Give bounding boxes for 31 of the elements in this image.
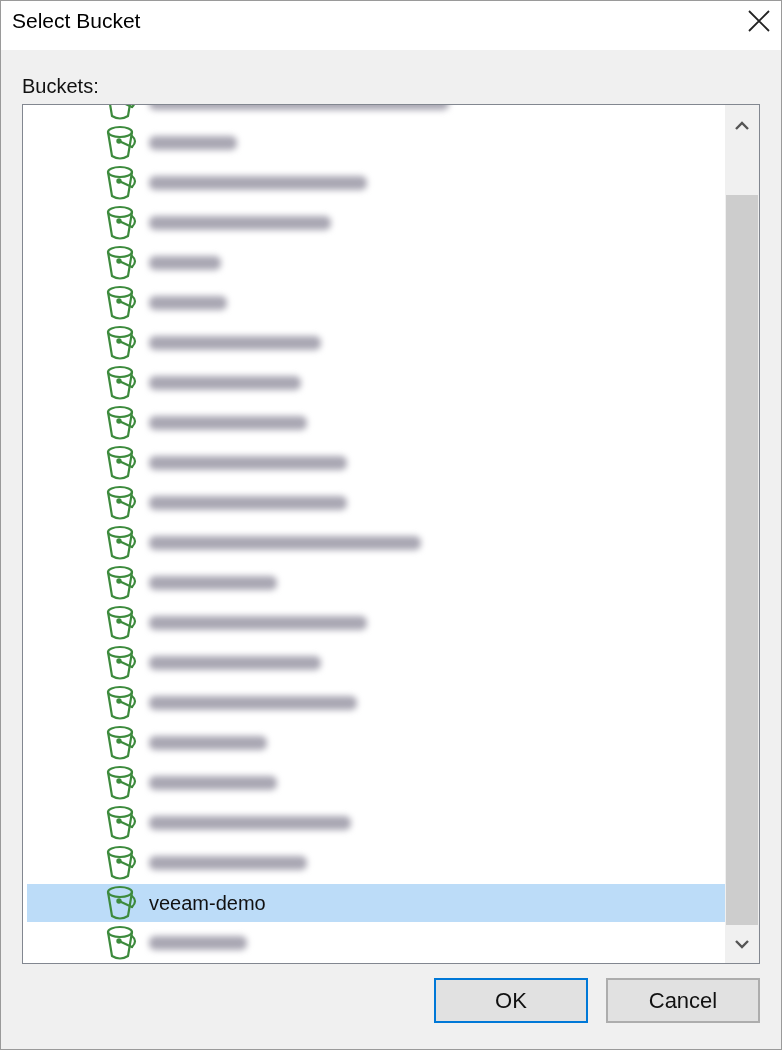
bucket-icon [105, 845, 139, 881]
bucket-icon [105, 365, 139, 401]
list-label: Buckets: [22, 74, 99, 98]
window-title: Select Bucket [12, 8, 141, 34]
bucket-row[interactable]: veeam-demo [27, 884, 725, 922]
bucket-icon [105, 165, 139, 201]
bucket-icon [105, 405, 139, 441]
bucket-icon [105, 725, 139, 761]
bucket-icon [105, 245, 139, 281]
bucket-icon [105, 685, 139, 721]
ok-button[interactable]: OK [434, 978, 588, 1023]
chevron-down-icon [735, 939, 749, 949]
bucket-icon [105, 565, 139, 601]
bucket-icon [105, 285, 139, 321]
bucket-icon [105, 125, 139, 161]
cancel-button[interactable]: Cancel [606, 978, 760, 1023]
bucket-icon [105, 605, 139, 641]
bucket-icon [105, 325, 139, 361]
chevron-up-icon [735, 120, 749, 130]
close-icon [748, 10, 770, 32]
bucket-icon [105, 765, 139, 801]
bucket-icon [105, 645, 139, 681]
bucket-icon [105, 885, 139, 921]
bucket-icon [105, 525, 139, 561]
blurred-label [149, 256, 221, 270]
bucket-icon [105, 805, 139, 841]
bucket-icon [105, 925, 139, 961]
bucket-icon [105, 485, 139, 521]
bucket-icon [105, 205, 139, 241]
bucket-icon [105, 445, 139, 481]
scrollbar-thumb[interactable] [726, 195, 758, 925]
